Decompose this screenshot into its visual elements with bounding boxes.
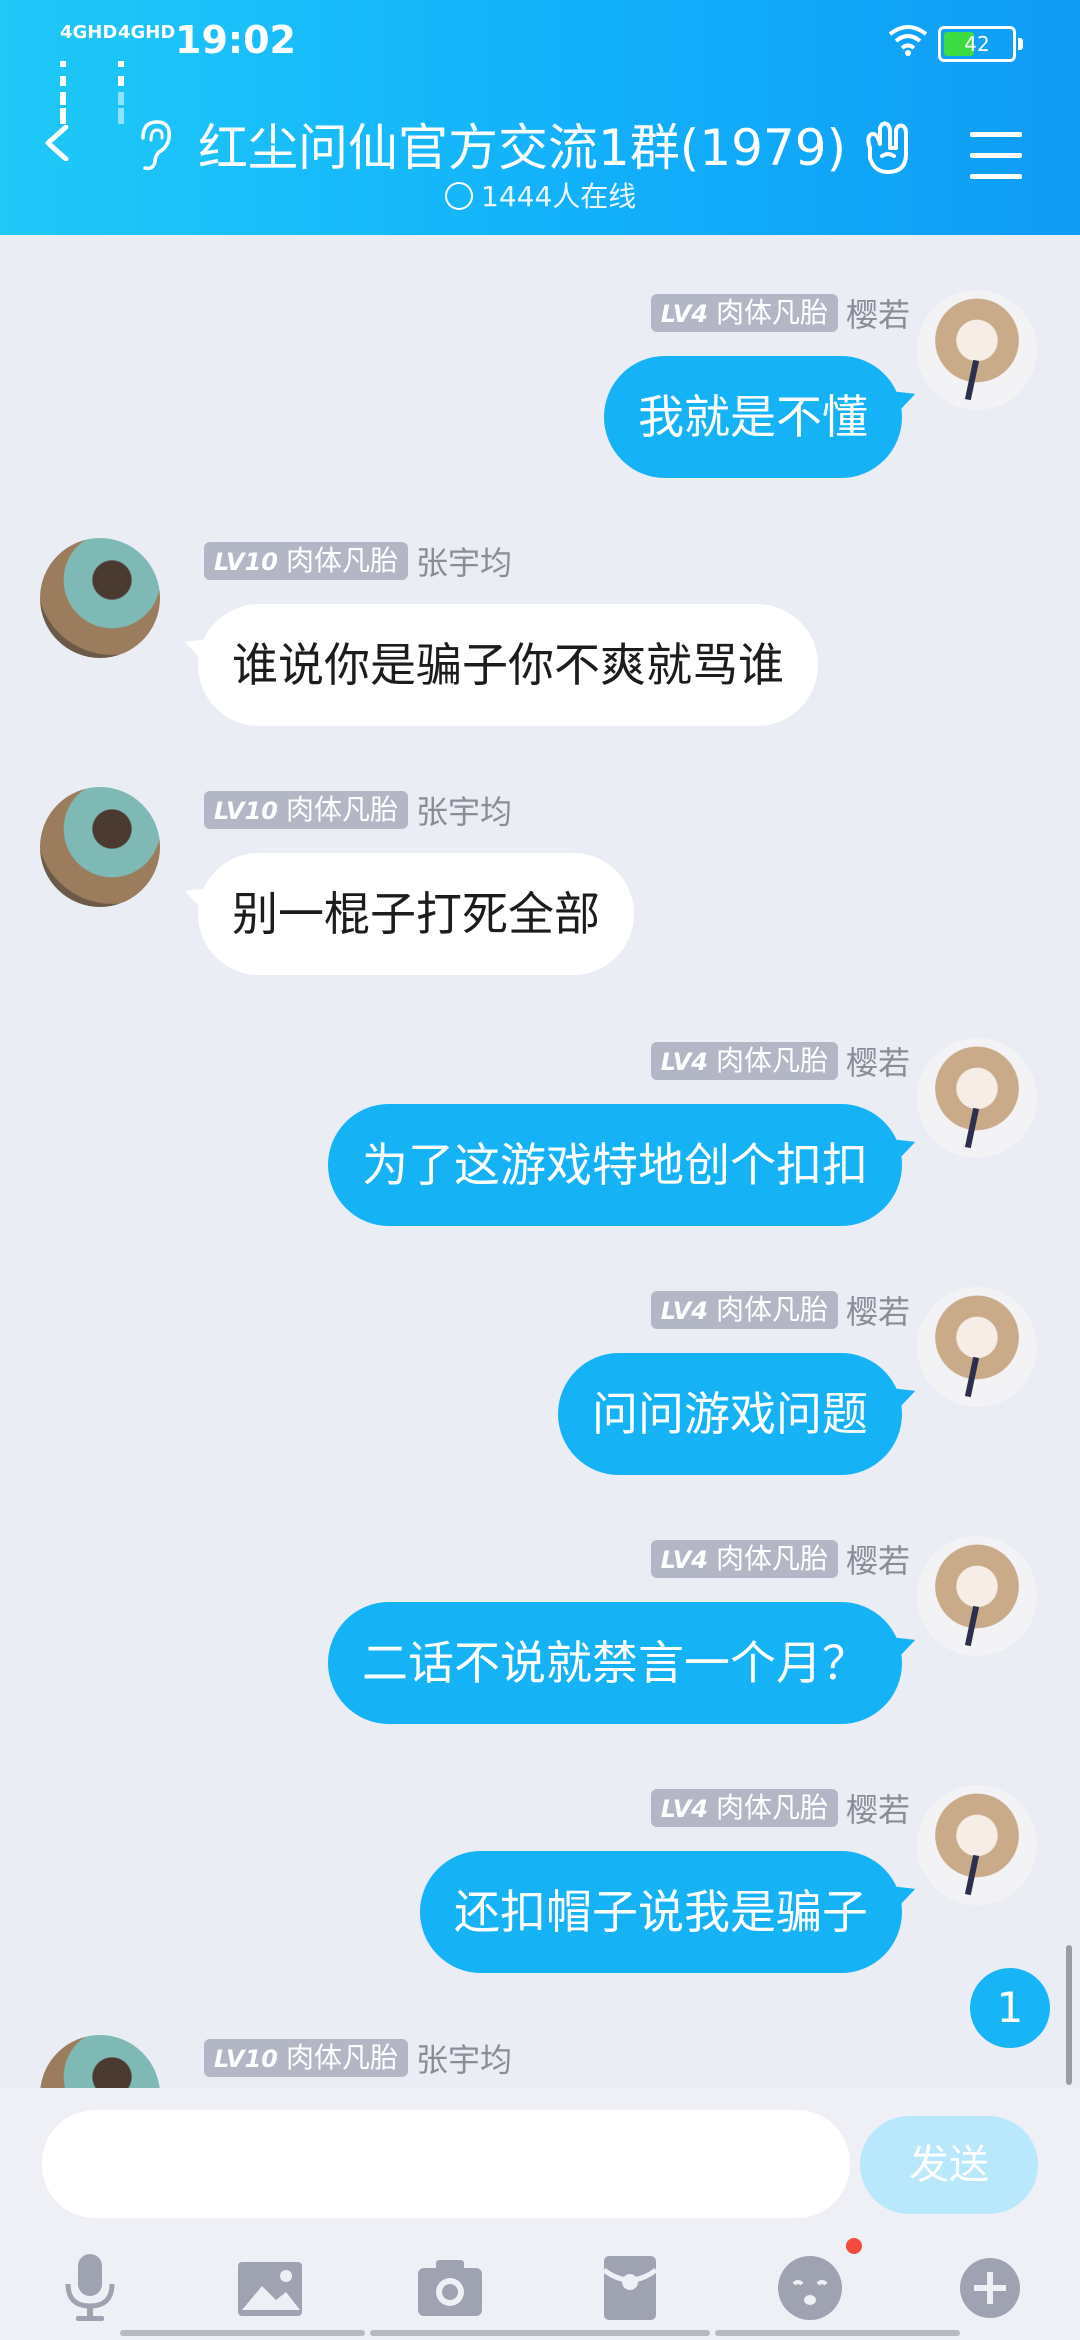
message-row: LV10 肉体凡胎 张宇均 [0,2035,1080,2088]
menu-icon[interactable] [970,132,1022,195]
sender-name: 张宇均 [415,2041,512,2079]
message-bubble[interactable]: 我就是不懂 [604,356,902,478]
camera-icon[interactable] [410,2248,490,2328]
clock: 19:02 [175,18,296,62]
level-badge: LV4 肉体凡胎 [650,1042,838,1080]
ear-icon[interactable] [135,118,175,172]
level-badge: LV4 肉体凡胎 [650,294,838,332]
send-button[interactable]: 发送 [860,2116,1038,2214]
level-badge: LV10 肉体凡胎 [204,791,408,829]
scrollbar[interactable] [1066,1945,1072,2085]
avatar[interactable] [917,1785,1037,1905]
notification-dot [846,2238,862,2254]
sender-name: 樱若 [845,1791,910,1829]
battery-icon: 42 [938,26,1023,62]
back-icon[interactable] [40,125,76,161]
emoji-icon[interactable] [770,2248,850,2328]
chevron-down-icon [445,182,473,210]
message-input[interactable] [42,2110,850,2218]
avatar[interactable] [40,538,160,658]
message-bubble[interactable]: 二话不说就禁言一个月？ [328,1602,902,1724]
message-bubble[interactable]: 问问游戏问题 [558,1353,902,1475]
status-bar: 4GHD 4GHD 19:02 42 [0,0,1080,124]
level-badge: LV10 肉体凡胎 [204,2039,408,2077]
sender-meta: LV4 肉体凡胎 樱若 [650,1038,910,1082]
network-type-1: 4GHD [60,22,118,43]
sender-meta: LV4 肉体凡胎 樱若 [650,290,910,334]
avatar[interactable] [917,1536,1037,1656]
message-bubble[interactable]: 谁说你是骗子你不爽就骂谁 [198,604,818,726]
avatar[interactable] [917,1287,1037,1407]
nav-indicator [120,2330,365,2336]
sender-meta: LV10 肉体凡胎 张宇均 [204,2035,512,2079]
avatar[interactable] [917,290,1037,410]
network-type-2: 4GHD [118,22,176,43]
sender-meta: LV4 肉体凡胎 樱若 [650,1287,910,1331]
sender-name: 樱若 [845,1542,910,1580]
wifi-icon [888,25,928,56]
sender-meta: LV4 肉体凡胎 樱若 [650,1536,910,1580]
message-bubble[interactable]: 还扣帽子说我是骗子 [420,1851,902,1973]
nav-indicator [715,2330,960,2336]
image-icon[interactable] [230,2248,310,2328]
avatar[interactable] [40,787,160,907]
plus-icon[interactable] [950,2248,1030,2328]
message-bubble[interactable]: 为了这游戏特地创个扣扣 [328,1104,902,1226]
red-packet-icon[interactable] [590,2248,670,2328]
level-badge: LV4 肉体凡胎 [650,1789,838,1827]
nav-indicator [370,2330,710,2336]
chat-header: 4GHD 4GHD 19:02 42 红尘问仙官方交流1群(1979) 1444… [0,0,1080,235]
sender-name: 张宇均 [415,793,512,831]
avatar[interactable] [917,1038,1037,1158]
sender-meta: LV4 肉体凡胎 樱若 [650,1785,910,1829]
avatar[interactable] [40,2035,160,2088]
sender-meta: LV10 肉体凡胎 张宇均 [204,787,512,831]
level-badge: LV10 肉体凡胎 [204,542,408,580]
sender-name: 樱若 [845,296,910,334]
input-toolbar [0,2248,1080,2338]
sender-name: 樱若 [845,1044,910,1082]
sender-name: 樱若 [845,1293,910,1331]
unread-count-badge[interactable]: 1 [970,1968,1050,2048]
hand-gesture-icon[interactable] [860,118,920,178]
battery-level: 42 [964,32,990,56]
chat-title: 红尘问仙官方交流1群(1979) [198,119,847,177]
level-badge: LV4 肉体凡胎 [650,1540,838,1578]
sender-name: 张宇均 [415,544,512,582]
level-badge: LV4 肉体凡胎 [650,1291,838,1329]
online-count[interactable]: 1444人在线 [445,175,636,215]
message-bubble[interactable]: 别一棍子打死全部 [198,853,634,975]
microphone-icon[interactable] [50,2248,130,2328]
sender-meta: LV10 肉体凡胎 张宇均 [204,538,512,582]
